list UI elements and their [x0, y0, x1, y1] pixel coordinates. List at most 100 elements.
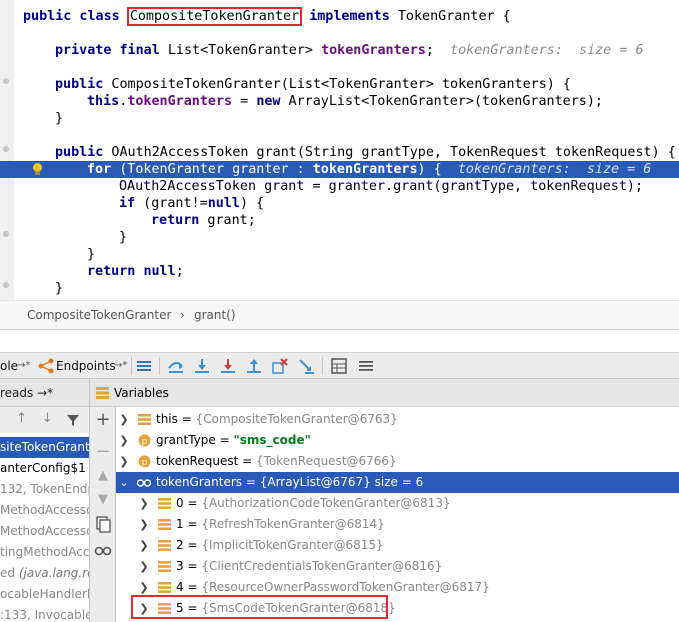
code-editor[interactable]: public class CompositeTokenGranter imple… [0, 0, 679, 300]
code-token: ; [175, 264, 184, 279]
variable-row-granttype[interactable]: ❯ p grantType = "sms_code" [116, 430, 679, 451]
code-token: ) { [239, 196, 265, 211]
step-over-icon[interactable] [167, 357, 185, 375]
expand-arrow-icon[interactable]: ❯ [138, 493, 150, 514]
gutter-marker-icon[interactable] [3, 146, 9, 152]
code-line-field-decl[interactable]: private final List<TokenGranter> tokenGr… [0, 42, 679, 59]
variable-row-item[interactable]: ❯ 2 = {ImplicitTokenGranter@6815} [116, 535, 679, 556]
add-watch-icon[interactable]: + [94, 411, 112, 429]
force-step-into-icon[interactable] [219, 357, 237, 375]
code-line-constructor[interactable]: public CompositeTokenGranter(List<TokenG… [0, 76, 679, 93]
code-line-if[interactable]: if (grant!=null) { [0, 195, 679, 212]
endpoints-icon[interactable] [37, 357, 55, 375]
frame-item[interactable]: siteTokenGrante [0, 437, 89, 458]
code-line-return-null[interactable]: return null; [0, 263, 679, 280]
remove-watch-icon[interactable]: − [94, 443, 112, 461]
collapse-arrow-icon[interactable]: ⌄ [118, 472, 130, 493]
frame-item[interactable]: ocableHandlerM [0, 584, 89, 605]
expand-arrow-icon[interactable]: ❯ [138, 514, 150, 535]
endpoints-tab-pin[interactable]: →* [114, 356, 127, 376]
field-list-icon [158, 582, 171, 593]
gutter-marker-icon[interactable] [3, 282, 9, 288]
frame-item[interactable]: 132, TokenEndp [0, 479, 89, 500]
code-line-constructor-body[interactable]: this.tokenGranters = new ArrayList<Token… [0, 93, 679, 110]
move-up-icon[interactable]: ▲ [94, 467, 112, 485]
frames-list[interactable]: ↑ ↓ siteTokenGrante anterConfig$1 132, T… [0, 407, 90, 622]
code-line-grant-call[interactable]: OAuth2AccessToken grant = granter.grant(… [0, 178, 679, 195]
highlighted-class-name: CompositeTokenGranter [126, 7, 303, 26]
console-tab-label[interactable]: ole [0, 356, 18, 376]
drop-frame-icon[interactable] [271, 357, 289, 375]
expand-arrow-icon[interactable]: ❯ [118, 409, 130, 430]
expand-arrow-icon[interactable]: ❯ [138, 556, 150, 577]
expand-arrow-icon[interactable]: ❯ [118, 451, 130, 472]
variables-header: Variables [90, 379, 679, 407]
field-list-icon [138, 414, 151, 425]
gutter-marker-icon[interactable] [3, 78, 9, 84]
variable-row-item[interactable]: ❯ 1 = {RefreshTokenGranter@6814} [116, 514, 679, 535]
parameter-icon: p [138, 434, 151, 447]
code-line-current-execution[interactable]: for (TokenGranter granter : tokenGranter… [0, 161, 679, 178]
code-token: for [87, 162, 112, 177]
code-line-method-end[interactable]: } [0, 280, 679, 297]
variable-row-item[interactable]: ❯ 0 = {AuthorizationCodeTokenGranter@681… [116, 493, 679, 514]
code-line-return-grant[interactable]: return grant; [0, 212, 679, 229]
filter-icon[interactable] [66, 413, 80, 427]
variable-name: 0 [176, 496, 184, 510]
variable-value: "sms_code" [233, 433, 311, 447]
settings-lines-icon[interactable] [357, 357, 375, 375]
lightbulb-icon[interactable] [31, 162, 44, 177]
console-tab-pin[interactable]: →* [17, 356, 30, 376]
variable-value: {RefreshTokenGranter@6814} [201, 517, 385, 531]
watch-glasses-icon[interactable] [94, 541, 112, 559]
move-down-icon[interactable]: ▼ [94, 491, 112, 509]
variable-row-this[interactable]: ❯ this = {CompositeTokenGranter@6763} [116, 409, 679, 430]
code-text: } [119, 229, 127, 246]
frame-item[interactable]: ed (java.lang.reflect) [0, 563, 89, 584]
variable-name: this [156, 412, 178, 426]
svg-text:p: p [142, 437, 148, 447]
frame-item[interactable]: tingMethodAcce [0, 542, 89, 563]
variable-text: grantType = "sms_code" [156, 430, 311, 451]
code-token: (TokenGranter granter : [111, 162, 313, 177]
expand-arrow-icon[interactable]: ❯ [138, 535, 150, 556]
variables-title: Variables [114, 386, 169, 400]
code-line-constructor-end[interactable]: } [0, 110, 679, 127]
variable-equals: = [238, 454, 256, 468]
code-text: for (TokenGranter granter : tokenGranter… [87, 161, 651, 178]
step-out-icon[interactable] [245, 357, 263, 375]
variable-row-tokengranters[interactable]: ⌄ tokenGranters = {ArrayList@6767} size … [116, 472, 679, 493]
threads-tab-label[interactable]: reads →* [0, 386, 53, 400]
step-into-icon[interactable] [193, 357, 211, 375]
code-token: CompositeTokenGranter(List<TokenGranter>… [103, 77, 571, 92]
breadcrumb-method[interactable]: grant() [194, 308, 236, 322]
variable-name: 2 [176, 538, 184, 552]
code-token: } [55, 281, 64, 296]
frame-item[interactable]: MethodAccesso [0, 521, 89, 542]
run-to-cursor-icon[interactable] [297, 357, 315, 375]
frame-item[interactable]: MethodAccesso [0, 500, 89, 521]
arrow-up-icon[interactable]: ↑ [16, 411, 27, 426]
evaluate-expression-icon[interactable] [330, 357, 348, 375]
frame-item[interactable]: anterConfig$1 [0, 458, 89, 479]
code-line-class-decl[interactable]: public class CompositeTokenGranter imple… [0, 7, 679, 26]
expand-arrow-icon[interactable]: ❯ [118, 430, 130, 451]
code-line-for-end[interactable]: } [0, 246, 679, 263]
variable-row-item[interactable]: ❯ 3 = {ClientCredentialsTokenGranter@681… [116, 556, 679, 577]
menu-icon[interactable] [135, 357, 153, 375]
code-line-if-end[interactable]: } [0, 229, 679, 246]
gutter-marker-icon[interactable] [3, 231, 9, 237]
variable-row-tokenrequest[interactable]: ❯ p tokenRequest = {TokenRequest@6766} [116, 451, 679, 472]
code-text: private final List<TokenGranter> tokenGr… [55, 42, 644, 59]
threads-header[interactable]: reads →* [0, 379, 90, 407]
code-line-grant-method[interactable]: public OAuth2AccessToken grant(String gr… [0, 144, 679, 161]
frame-item[interactable]: :133, InvocableH [0, 605, 89, 622]
copy-icon[interactable] [94, 515, 112, 533]
variables-tree[interactable]: ❯ this = {CompositeTokenGranter@6763} ❯ … [116, 407, 679, 622]
variable-equals: = [183, 559, 202, 573]
endpoints-tab-label[interactable]: Endpoints [56, 356, 116, 376]
inline-debug-value: tokenGranters: size = 6 [450, 43, 644, 58]
arrow-down-icon[interactable]: ↓ [42, 411, 53, 426]
breadcrumb-class[interactable]: CompositeTokenGranter [27, 308, 171, 322]
code-token: ; [425, 43, 451, 58]
